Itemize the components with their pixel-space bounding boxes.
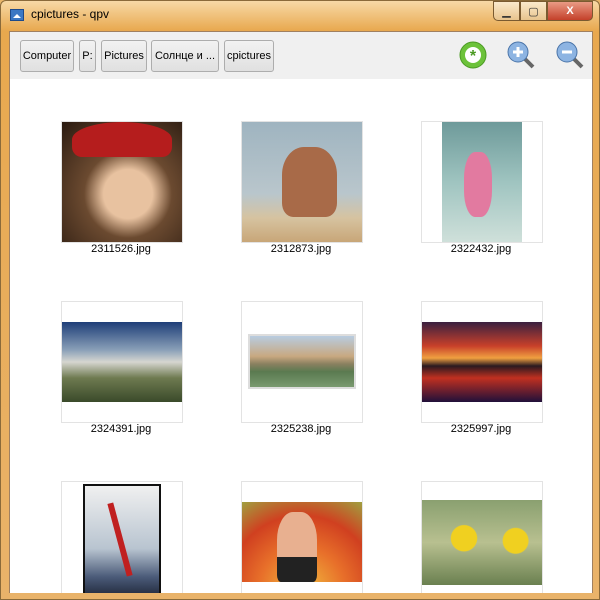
toolbar: Computer P: Pictures Солнце и ... cpictu… (9, 31, 593, 79)
app-window: cpictures - qpv ▁ ▢ X Computer P: Pictur… (0, 0, 600, 600)
thumbnail[interactable] (421, 121, 543, 243)
thumbnail-label: 2312873.jpg (270, 243, 332, 255)
thumbnail[interactable] (421, 481, 543, 593)
breadcrumb-cpictures[interactable]: cpictures (224, 40, 274, 72)
thumbnail[interactable] (61, 121, 183, 243)
thumbnail-image-detail (277, 512, 317, 582)
close-button[interactable]: X (547, 1, 593, 21)
minimize-button[interactable]: ▁ (493, 1, 520, 21)
zoom-in-icon[interactable] (506, 40, 536, 70)
thumbnail-image-detail (72, 122, 172, 157)
thumbnail-image (248, 334, 356, 389)
thumbnail-label: 2325238.jpg (270, 423, 332, 435)
thumbnail-image (422, 322, 542, 402)
thumbnail[interactable] (61, 301, 183, 423)
thumbnail[interactable] (241, 481, 363, 593)
svg-text:*: * (470, 48, 477, 65)
thumbnail-label: 2324391.jpg (90, 423, 152, 435)
window-title: cpictures - qpv (31, 7, 110, 21)
thumbnail[interactable] (61, 481, 183, 593)
thumbnail-image (62, 322, 182, 402)
select-all-icon[interactable]: * (458, 40, 488, 70)
breadcrumb-computer[interactable]: Computer (20, 40, 74, 72)
breadcrumb-drive[interactable]: P: (79, 40, 96, 72)
breadcrumb-pictures[interactable]: Pictures (101, 40, 147, 72)
thumbnail-label: 2311526.jpg (91, 243, 151, 255)
zoom-out-icon[interactable] (555, 40, 585, 70)
thumbnail-grid: 2311526.jpg 2312873.jpg 2322432.jpg 2324… (9, 79, 593, 593)
thumbnail-label: 2325997.jpg (450, 423, 512, 435)
maximize-button[interactable]: ▢ (520, 1, 547, 21)
breadcrumb-folder[interactable]: Солнце и ... (151, 40, 219, 72)
thumbnail-label: 2322432.jpg (450, 243, 512, 255)
thumbnail[interactable] (421, 301, 543, 423)
thumbnail[interactable] (241, 121, 363, 243)
thumbnail-image (422, 500, 542, 585)
app-icon (10, 9, 24, 21)
thumbnail-image-detail (464, 152, 492, 217)
thumbnail-image-detail (282, 147, 337, 217)
thumbnail[interactable] (241, 301, 363, 423)
